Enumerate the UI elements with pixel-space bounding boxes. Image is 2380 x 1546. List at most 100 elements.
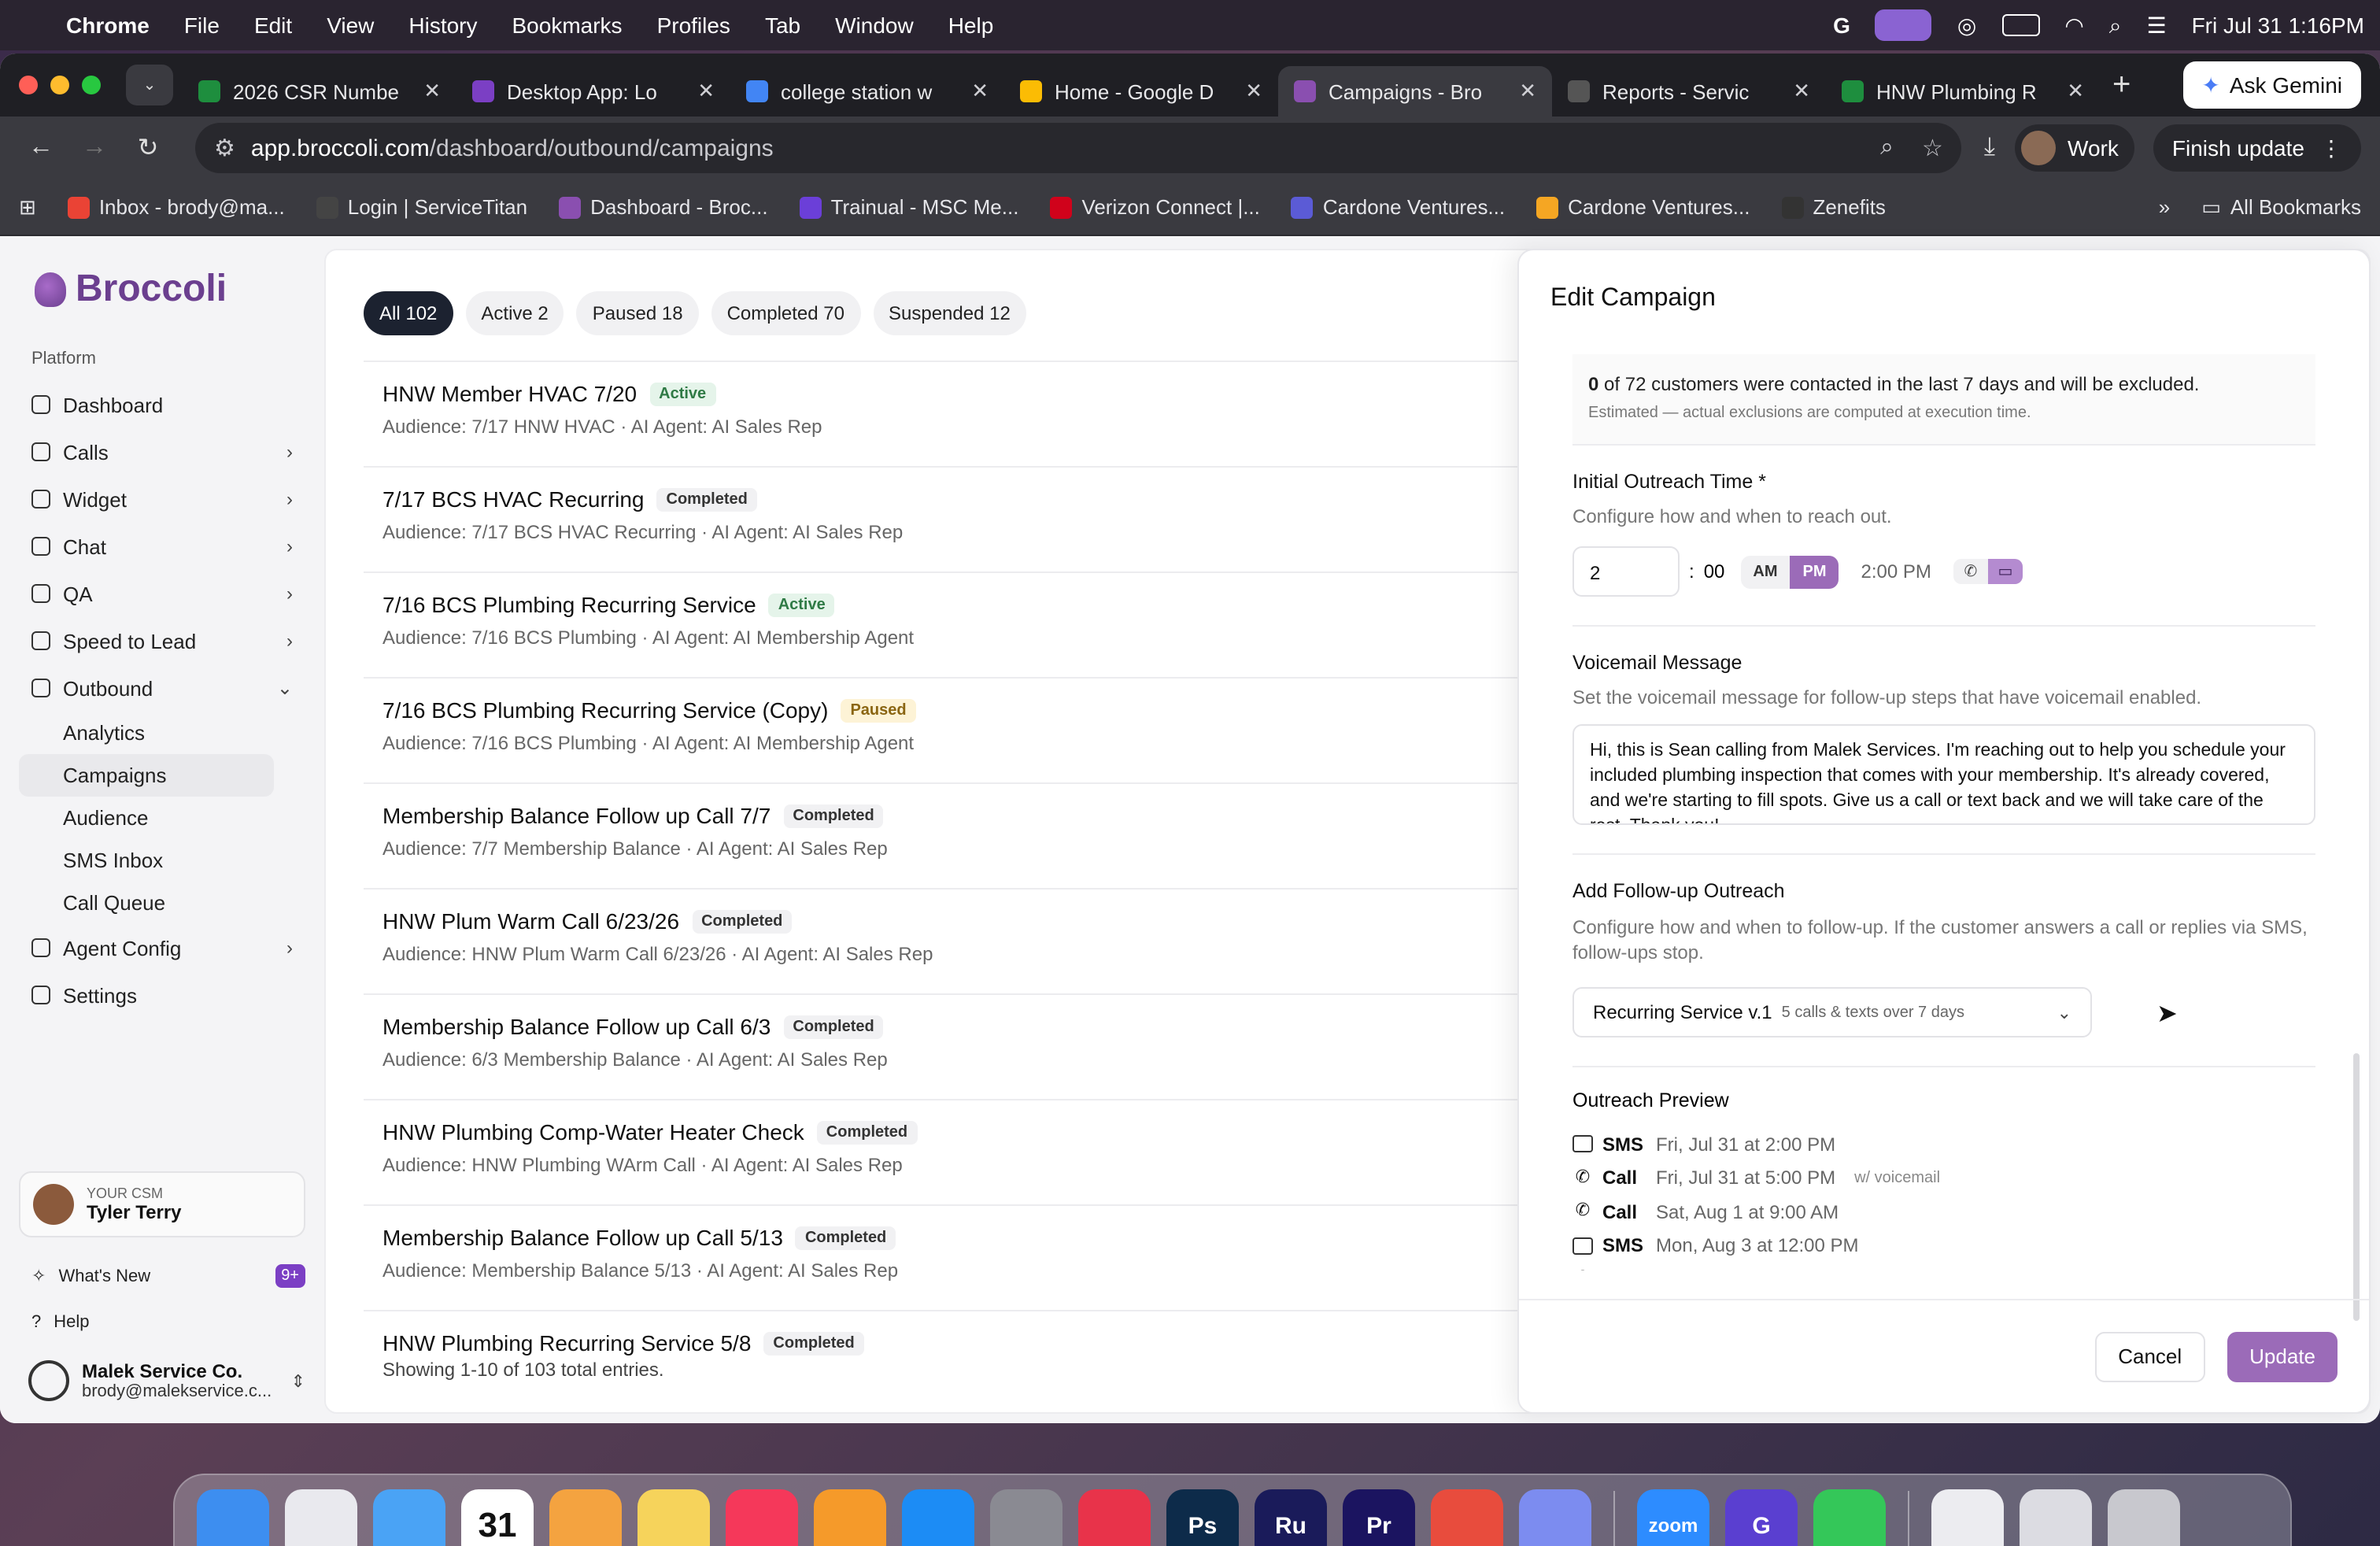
zoom-icon[interactable]: ⌕ bbox=[1880, 134, 1894, 162]
filter-chip[interactable]: Completed 70 bbox=[711, 291, 860, 335]
table-row[interactable]: HNW Plum Warm Call 6/23/26 Completed Audie… bbox=[364, 888, 1528, 993]
tab-5[interactable]: Reports - Servic ✕ bbox=[1552, 66, 1826, 117]
pm-option[interactable]: PM bbox=[1790, 555, 1839, 588]
cancel-button[interactable]: Cancel bbox=[2094, 1331, 2206, 1381]
minutes-value[interactable]: 00 bbox=[1704, 560, 1725, 583]
csm-card[interactable]: YOUR CSM Tyler Terry bbox=[19, 1171, 305, 1237]
menu-app[interactable]: Chrome bbox=[66, 13, 150, 38]
table-row[interactable]: 7/16 BCS Plumbing Recurring Service Activ… bbox=[364, 571, 1528, 677]
menu-tab[interactable]: Tab bbox=[765, 13, 800, 38]
site-info-icon[interactable]: ⚙ bbox=[214, 134, 235, 162]
menu-profiles[interactable]: Profiles bbox=[657, 13, 730, 38]
bookmark-3[interactable]: Trainual - MSC Me... bbox=[799, 195, 1018, 219]
profile-button[interactable]: Work bbox=[2014, 124, 2134, 172]
sidebar-item-widget[interactable]: Widget › bbox=[19, 475, 305, 523]
all-bookmarks[interactable]: ▭ All Bookmarks bbox=[2201, 194, 2361, 220]
bookmark-2[interactable]: Dashboard - Broc... bbox=[559, 195, 768, 219]
sidebar-sub-analytics[interactable]: Analytics bbox=[19, 712, 274, 754]
close-tab-icon[interactable]: ✕ bbox=[697, 79, 715, 104]
finder-icon[interactable] bbox=[197, 1489, 269, 1546]
update-button[interactable]: Update bbox=[2227, 1331, 2338, 1381]
rush-icon[interactable]: Ru bbox=[1255, 1489, 1327, 1546]
sidebar-sub-sms-inbox[interactable]: SMS Inbox bbox=[19, 839, 274, 882]
close-tab-icon[interactable]: ✕ bbox=[423, 79, 441, 104]
new-tab-button[interactable]: + bbox=[2112, 67, 2131, 103]
am-option[interactable]: AM bbox=[1740, 555, 1790, 588]
spotlight-icon[interactable]: ⌕ bbox=[2109, 12, 2122, 39]
filter-chip[interactable]: Active 2 bbox=[465, 291, 564, 335]
close-tab-icon[interactable]: ✕ bbox=[971, 79, 989, 104]
more-vert-icon[interactable]: ⋮ bbox=[2320, 135, 2342, 161]
bookmark-star-icon[interactable]: ☆ bbox=[1922, 134, 1943, 162]
forward-icon[interactable]: → bbox=[72, 134, 116, 162]
photos-icon[interactable] bbox=[549, 1489, 622, 1546]
close-tab-icon[interactable]: ✕ bbox=[1793, 79, 1810, 104]
bookmark-4[interactable]: Verizon Connect |... bbox=[1050, 195, 1260, 219]
sidebar-item-dashboard[interactable]: Dashboard bbox=[19, 381, 305, 428]
bookmark-1[interactable]: Login | ServiceTitan bbox=[316, 195, 527, 219]
mail-icon[interactable] bbox=[373, 1489, 445, 1546]
brand-logo[interactable]: Broccoli bbox=[35, 268, 305, 312]
sidebar-item-calls[interactable]: Calls › bbox=[19, 428, 305, 475]
table-row[interactable]: 7/16 BCS Plumbing Recurring Service (Cop… bbox=[364, 677, 1528, 782]
menu-help[interactable]: Help bbox=[948, 13, 994, 38]
tab-0[interactable]: 2026 CSR Numbe ✕ bbox=[183, 66, 456, 117]
phone-icon[interactable] bbox=[1813, 1489, 1886, 1546]
menu-bookmarks[interactable]: Bookmarks bbox=[512, 13, 623, 38]
sidebar-sub-audience[interactable]: Audience bbox=[19, 797, 274, 839]
more-bookmarks-icon[interactable]: » bbox=[2159, 195, 2170, 219]
download-icon[interactable]: ⤓ bbox=[1984, 134, 1995, 162]
filter-chip[interactable]: Suspended 12 bbox=[873, 291, 1026, 335]
sidebar-sub-campaigns[interactable]: Campaigns bbox=[19, 754, 274, 797]
tab-4[interactable]: Campaigns - Bro ✕ bbox=[1278, 66, 1552, 117]
menu-history[interactable]: History bbox=[408, 13, 477, 38]
pages-icon[interactable] bbox=[814, 1489, 886, 1546]
creative-cloud-menu-icon[interactable]: ◎ bbox=[1957, 12, 1976, 39]
creative-cloud-icon[interactable] bbox=[1078, 1489, 1151, 1546]
sidebar-item-chat[interactable]: Chat › bbox=[19, 523, 305, 570]
zoom-window-button[interactable] bbox=[82, 76, 101, 94]
sidebar-item-outbound[interactable]: Outbound ⌄ bbox=[19, 664, 305, 712]
help-link[interactable]: ? Help bbox=[19, 1313, 305, 1332]
chrome-icon[interactable] bbox=[1431, 1489, 1503, 1546]
sidebar-item-qa[interactable]: QA › bbox=[19, 570, 305, 617]
calendar-icon[interactable]: 31 bbox=[461, 1489, 534, 1546]
tab-3[interactable]: Home - Google D ✕ bbox=[1004, 66, 1278, 117]
menu-window[interactable]: Window bbox=[835, 13, 914, 38]
menu-edit[interactable]: Edit bbox=[254, 13, 292, 38]
table-row[interactable]: HNW Plumbing Comp-Water Heater Check Comp… bbox=[364, 1099, 1528, 1204]
voicemail-textarea[interactable]: Hi, this is Sean calling from Malek Serv… bbox=[1572, 724, 2315, 825]
table-row[interactable]: HNW Member HVAC 7/20 Active Audience: 7/17… bbox=[364, 361, 1528, 466]
table-row[interactable]: Membership Balance Follow up Call 7/7 Com… bbox=[364, 782, 1528, 888]
device-icon[interactable] bbox=[1519, 1489, 1591, 1546]
sidebar-item-settings[interactable]: Settings bbox=[19, 971, 305, 1019]
table-row[interactable]: 7/17 BCS HVAC Recurring Completed Audience… bbox=[364, 466, 1528, 571]
hour-input[interactable]: 2 bbox=[1572, 546, 1680, 597]
call-channel-icon[interactable]: ✆ bbox=[1953, 559, 1988, 584]
sidebar-item-speed-to-lead[interactable]: Speed to Lead › bbox=[19, 617, 305, 664]
filter-chip[interactable]: Paused 18 bbox=[576, 291, 699, 335]
apps-grid-icon[interactable]: ⊞ bbox=[19, 194, 36, 220]
whats-new-link[interactable]: ✧ What's New 9+ bbox=[19, 1264, 305, 1288]
reload-icon[interactable]: ↻ bbox=[126, 132, 170, 164]
finish-update-button[interactable]: Finish update ⋮ bbox=[2153, 124, 2361, 172]
launchpad-icon[interactable] bbox=[285, 1489, 357, 1546]
ask-gemini-button[interactable]: ✦ Ask Gemini bbox=[2182, 61, 2361, 109]
control-center-icon[interactable]: ☰ bbox=[2146, 12, 2166, 39]
account-switcher[interactable]: Malek Service Co. brody@malekservice.c...… bbox=[19, 1360, 305, 1401]
notes-icon[interactable] bbox=[638, 1489, 710, 1546]
followup-select[interactable]: Recurring Service v.1 5 calls & texts ov… bbox=[1572, 987, 2092, 1037]
close-tab-icon[interactable]: ✕ bbox=[1245, 79, 1262, 104]
menu-view[interactable]: View bbox=[327, 13, 374, 38]
battery-icon[interactable] bbox=[2001, 14, 2040, 36]
screen-share-icon[interactable] bbox=[1875, 9, 1932, 41]
close-tab-icon[interactable]: ✕ bbox=[1519, 79, 1536, 104]
table-row[interactable]: Membership Balance Follow up Call 5/13 Co… bbox=[364, 1204, 1528, 1310]
minimize-window-button[interactable] bbox=[50, 76, 69, 94]
filter-chip[interactable]: All 102 bbox=[364, 291, 453, 335]
preview-icon[interactable] bbox=[2020, 1489, 2092, 1546]
music-icon[interactable] bbox=[726, 1489, 798, 1546]
zoom-icon[interactable]: zoom bbox=[1637, 1489, 1709, 1546]
close-tab-icon[interactable]: ✕ bbox=[2067, 79, 2084, 104]
bookmark-5[interactable]: Cardone Ventures... bbox=[1291, 195, 1505, 219]
